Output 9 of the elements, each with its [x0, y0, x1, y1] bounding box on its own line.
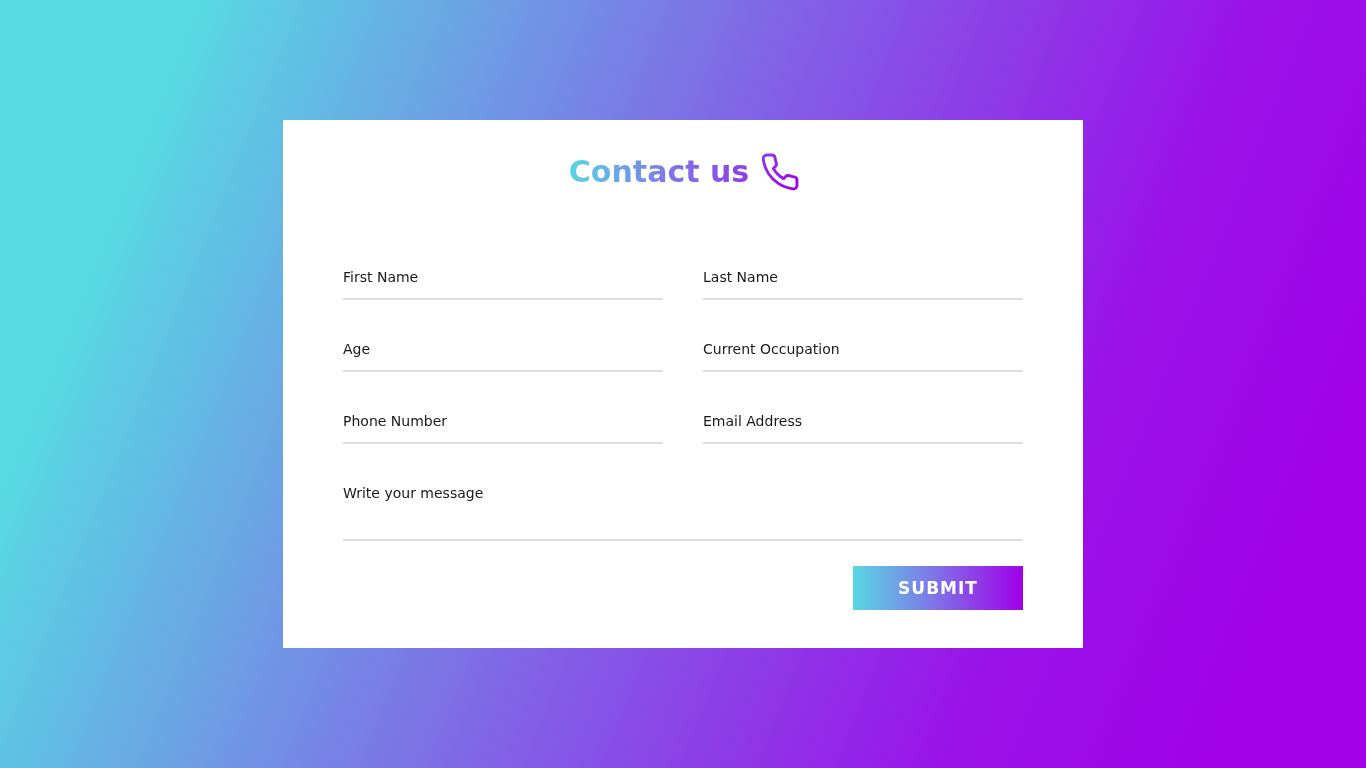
text-field[interactable]: Current Occupation [703, 328, 1023, 372]
submit-button[interactable]: SUBMIT [853, 566, 1023, 610]
phone-icon [761, 153, 800, 191]
message-field[interactable]: Write your message [343, 472, 1023, 541]
text-field[interactable]: Email Address [703, 400, 1023, 444]
text-field[interactable]: Age [343, 328, 663, 372]
text-field[interactable]: First Name [343, 256, 663, 300]
text-field[interactable]: Phone Number [343, 400, 663, 444]
text-field[interactable]: Last Name [703, 256, 1023, 300]
